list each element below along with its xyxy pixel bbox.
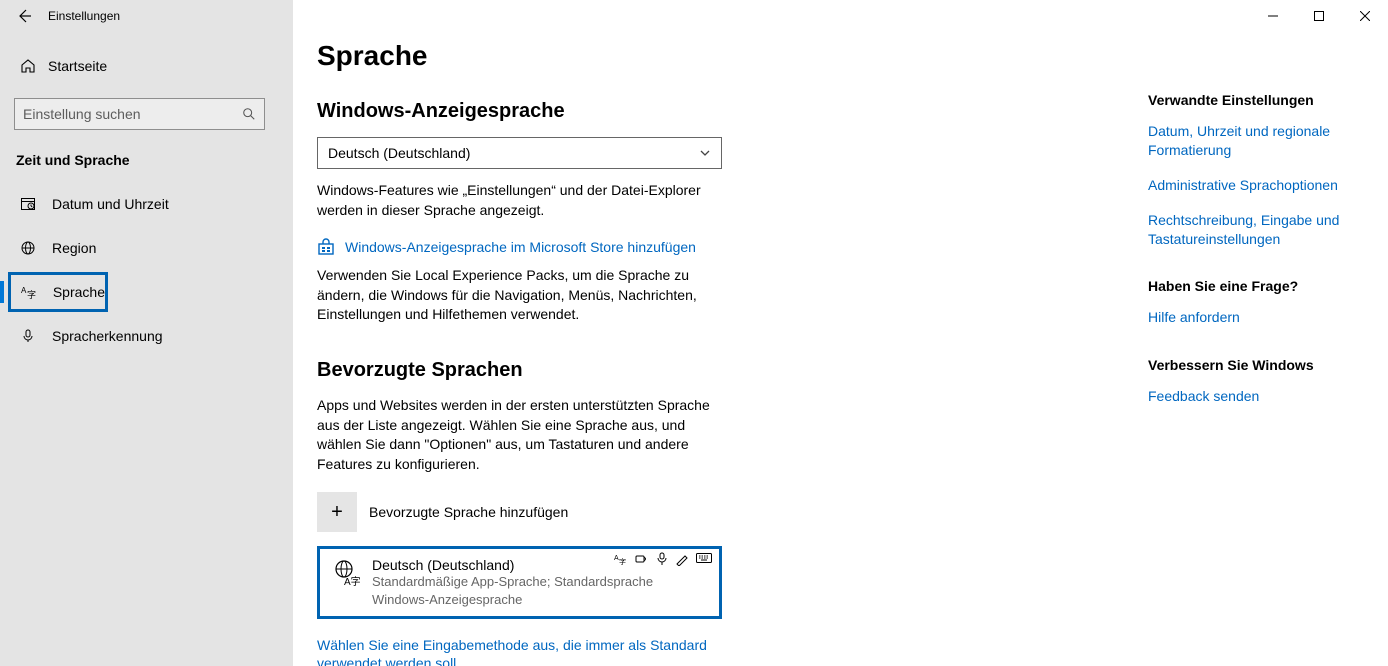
search-box[interactable] [14, 98, 265, 130]
home-icon [18, 58, 38, 74]
language-icon: A字 [19, 284, 39, 300]
store-link-row[interactable]: Windows-Anzeigesprache im Microsoft Stor… [317, 238, 1037, 256]
sidebar-item-label: Sprache [53, 284, 105, 300]
language-pack-icon: A字 [330, 557, 366, 608]
preferred-languages-desc: Apps und Websites werden in der ersten u… [317, 396, 727, 474]
related-link[interactable]: Administrative Sprachoptionen [1148, 176, 1388, 195]
main-content: Sprache Windows-Anzeigesprache Deutsch (… [293, 0, 1388, 666]
default-input-method-link[interactable]: Wählen Sie eine Eingabemethode aus, die … [317, 637, 707, 666]
improve-heading: Verbessern Sie Windows [1148, 357, 1388, 373]
search-icon [242, 107, 256, 121]
store-icon [317, 238, 335, 256]
handwriting-icon [675, 552, 689, 566]
related-link[interactable]: Datum, Uhrzeit und regionale Formatierun… [1148, 122, 1388, 160]
store-desc: Verwenden Sie Local Experience Packs, um… [317, 266, 727, 325]
sidebar-item-region[interactable]: Region [0, 228, 293, 268]
search-input[interactable] [23, 106, 233, 122]
sidebar-item-datetime[interactable]: Datum und Uhrzeit [0, 184, 293, 224]
sidebar-item-label: Region [52, 240, 96, 256]
add-button[interactable]: + [317, 492, 357, 532]
preferred-languages-heading: Bevorzugte Sprachen [317, 359, 1037, 382]
sidebar: Einstellungen Startseite Zeit und Sprach… [0, 0, 293, 666]
sidebar-item-language[interactable]: A字 Sprache [8, 272, 108, 312]
display-language-icon: A字 [614, 552, 628, 566]
globe-icon [18, 240, 38, 256]
svg-text:字: 字 [27, 289, 36, 300]
window-controls [1250, 0, 1388, 32]
add-language-label: Bevorzugte Sprache hinzufügen [369, 504, 568, 520]
sidebar-section-title: Zeit und Sprache [0, 152, 293, 168]
microphone-icon [18, 328, 38, 344]
text-to-speech-icon [635, 552, 649, 566]
calendar-clock-icon [18, 196, 38, 212]
dropdown-value: Deutsch (Deutschland) [328, 145, 470, 161]
chevron-down-icon [699, 147, 711, 159]
right-column: Verwandte Einstellungen Datum, Uhrzeit u… [1148, 92, 1388, 436]
related-settings-heading: Verwandte Einstellungen [1148, 92, 1388, 108]
display-language-dropdown[interactable]: Deutsch (Deutschland) [317, 137, 722, 169]
feedback-link[interactable]: Feedback senden [1148, 387, 1388, 406]
language-feature-icons: A字 [614, 552, 712, 566]
speech-icon [656, 552, 668, 566]
display-language-heading: Windows-Anzeigesprache [317, 100, 1037, 123]
maximize-button[interactable] [1296, 0, 1342, 32]
page-title: Sprache [317, 40, 1037, 72]
help-heading: Haben Sie eine Frage? [1148, 278, 1388, 294]
sidebar-item-label: Spracherkennung [52, 328, 163, 344]
window-title: Einstellungen [48, 9, 120, 23]
sidebar-item-speech[interactable]: Spracherkennung [0, 316, 293, 356]
related-link[interactable]: Rechtschreibung, Eingabe und Tastaturein… [1148, 211, 1388, 249]
store-link: Windows-Anzeigesprache im Microsoft Stor… [345, 239, 696, 255]
close-button[interactable] [1342, 0, 1388, 32]
keyboard-icon [696, 552, 712, 566]
titlebar: Einstellungen [0, 0, 293, 32]
language-meta: Standardmäßige App-Sprache; Standardspra… [372, 573, 709, 608]
display-language-desc: Windows-Features wie „Einstellungen“ und… [317, 181, 727, 220]
plus-icon: + [331, 501, 343, 524]
svg-text:A字: A字 [344, 575, 361, 587]
sidebar-item-label: Datum und Uhrzeit [52, 196, 169, 212]
sidebar-home-label: Startseite [48, 58, 107, 74]
svg-text:字: 字 [619, 557, 626, 566]
help-link[interactable]: Hilfe anfordern [1148, 308, 1388, 327]
back-button[interactable] [0, 0, 48, 32]
add-language-row[interactable]: + Bevorzugte Sprache hinzufügen [317, 492, 1037, 532]
minimize-button[interactable] [1250, 0, 1296, 32]
sidebar-home[interactable]: Startseite [0, 46, 293, 86]
